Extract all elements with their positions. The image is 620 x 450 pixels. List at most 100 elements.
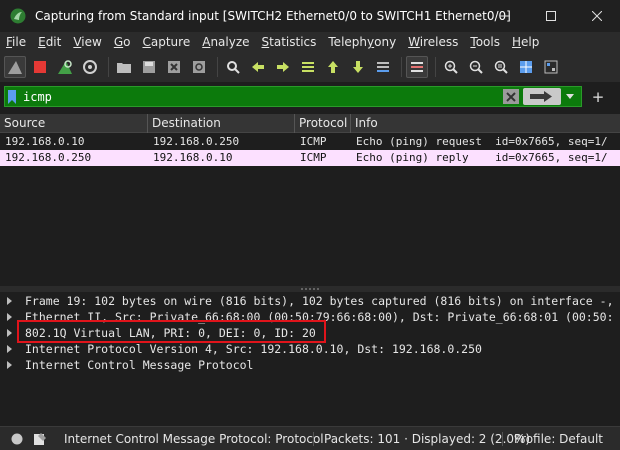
restart-icon (58, 60, 72, 74)
zoom-out-button[interactable] (465, 56, 487, 78)
column-info[interactable]: Info (351, 114, 620, 133)
arrow-down-icon (353, 61, 363, 73)
main-toolbar (0, 52, 620, 82)
cell-destination: 192.168.0.250 (153, 135, 240, 148)
close-button[interactable] (574, 0, 620, 32)
window-title: Capturing from Standard input [SWITCH2 E… (35, 9, 511, 23)
menu-analyze[interactable]: Analyze (196, 32, 255, 52)
display-filter-input[interactable]: icmp (4, 86, 582, 107)
column-source[interactable]: Source (0, 114, 148, 133)
maximize-icon (546, 11, 556, 21)
menu-telephony[interactable]: Telephyony (322, 32, 402, 52)
reload-file-button[interactable] (188, 56, 210, 78)
menu-edit[interactable]: Edit (32, 32, 67, 52)
menu-help[interactable]: Help (506, 32, 545, 52)
annotation-highlight-box (17, 320, 326, 343)
save-file-button[interactable] (138, 56, 160, 78)
menu-capture[interactable]: Capture (136, 32, 196, 52)
start-capture-button[interactable] (4, 56, 26, 78)
toolbar-separator (217, 57, 218, 77)
search-icon (227, 61, 240, 74)
expand-arrow-icon[interactable] (7, 361, 12, 369)
open-file-button[interactable] (113, 56, 135, 78)
toolbar-separator (401, 57, 402, 77)
capture-comment-icon[interactable] (33, 432, 47, 446)
table-row[interactable]: 192.168.0.10 192.168.0.250 ICMP Echo (pi… (0, 134, 620, 150)
colorize-icon (411, 62, 423, 72)
close-file-button[interactable] (163, 56, 185, 78)
shark-fin-icon (8, 61, 22, 74)
add-filter-button-icon[interactable]: + (588, 86, 608, 107)
menu-statistics[interactable]: Statistics (256, 32, 323, 52)
packet-list: Source Destination Protocol Info 192.168… (0, 114, 620, 286)
resize-columns-icon (520, 61, 532, 73)
arrow-left-icon (252, 62, 264, 72)
cell-protocol: ICMP (300, 151, 327, 164)
normal-size-button[interactable] (490, 56, 512, 78)
expand-arrow-icon[interactable] (7, 345, 12, 353)
cell-source: 192.168.0.250 (5, 151, 92, 164)
column-protocol[interactable]: Protocol (295, 114, 351, 133)
menu-tools[interactable]: Tools (464, 32, 506, 52)
tree-item-icmp[interactable]: Internet Control Message Protocol (0, 357, 620, 373)
cell-info: Echo (ping) reply id=0x7665, seq=1/ (356, 151, 608, 164)
autoscroll-button[interactable] (372, 56, 394, 78)
find-packet-button[interactable] (222, 56, 244, 78)
filter-bookmark-button[interactable] (5, 87, 19, 106)
clear-filter-button[interactable] (503, 89, 519, 104)
clear-icon (506, 91, 516, 102)
last-packet-button[interactable] (347, 56, 369, 78)
bookmark-icon (8, 89, 16, 104)
go-back-button[interactable] (247, 56, 269, 78)
go-to-packet-icon (302, 62, 314, 72)
restart-capture-button[interactable] (54, 56, 76, 78)
file-close-icon (168, 61, 180, 73)
wireshark-fin-icon (10, 8, 26, 24)
toolbar-separator (108, 57, 109, 77)
zoom-out-icon (469, 60, 483, 74)
menu-go[interactable]: Go (108, 32, 137, 52)
stop-capture-button[interactable] (29, 56, 51, 78)
zoom-reset-icon (494, 60, 508, 74)
menu-wireless[interactable]: Wireless (402, 32, 464, 52)
recent-filters-dropdown[interactable] (563, 88, 577, 105)
toolbar-separator (435, 57, 436, 77)
expert-info-icon[interactable] (11, 433, 23, 445)
reload-icon (193, 61, 205, 73)
go-forward-button[interactable] (272, 56, 294, 78)
cell-protocol: ICMP (300, 135, 327, 148)
expand-subtrees-button[interactable] (540, 56, 562, 78)
status-field-text: Internet Control Message Protocol: Proto… (64, 432, 324, 446)
zoom-in-button[interactable] (440, 56, 462, 78)
status-bar: Internet Control Message Protocol: Proto… (0, 426, 620, 450)
column-destination[interactable]: Destination (148, 114, 295, 133)
menu-file[interactable]: File (0, 32, 32, 52)
display-filter-bar: icmp + (0, 86, 620, 108)
first-packet-button[interactable] (322, 56, 344, 78)
go-to-packet-button[interactable] (297, 56, 319, 78)
colorize-button[interactable] (406, 56, 428, 78)
table-row[interactable]: 192.168.0.250 192.168.0.10 ICMP Echo (pi… (0, 150, 620, 166)
minimize-icon (500, 15, 510, 17)
apply-filter-button[interactable] (523, 88, 561, 105)
capture-options-button[interactable] (79, 56, 101, 78)
tree-item-ipv4[interactable]: Internet Protocol Version 4, Src: 192.16… (0, 341, 620, 357)
resize-columns-button[interactable] (515, 56, 537, 78)
minimize-button[interactable] (482, 0, 528, 32)
status-profile[interactable]: Profile: Default (514, 427, 603, 450)
folder-icon (117, 63, 131, 73)
tree-item-frame[interactable]: Frame 19: 102 bytes on wire (816 bits), … (0, 293, 620, 309)
expand-subtrees-icon (544, 60, 558, 74)
gear-icon (83, 60, 97, 74)
zoom-in-icon (444, 60, 458, 74)
maximize-button[interactable] (528, 0, 574, 32)
arrow-up-icon (328, 61, 338, 73)
status-separator (313, 432, 314, 446)
close-icon (592, 11, 602, 21)
window-controls (482, 0, 620, 32)
expand-arrow-icon[interactable] (7, 297, 12, 305)
expand-arrow-icon[interactable] (7, 329, 12, 337)
menu-view[interactable]: View (67, 32, 107, 52)
filter-text: icmp (23, 89, 52, 104)
expand-arrow-icon[interactable] (7, 313, 12, 321)
